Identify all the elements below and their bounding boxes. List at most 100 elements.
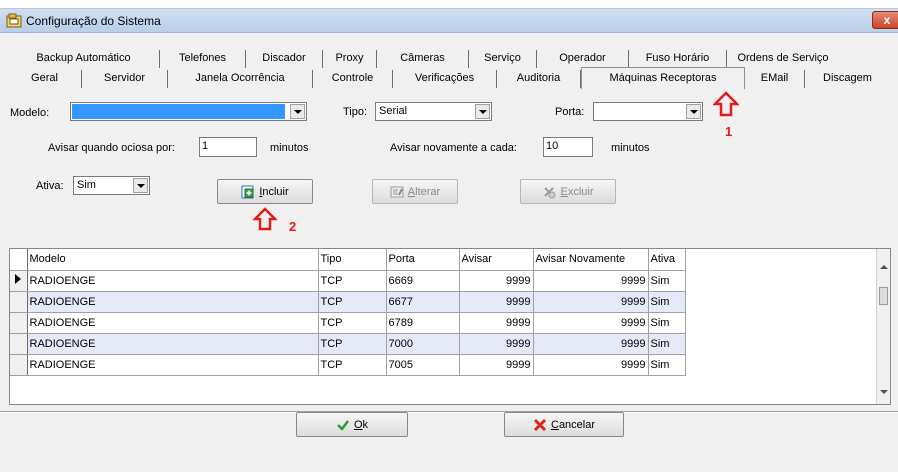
annotation-arrow-up-icon [713,91,739,117]
cell-porta: 7005 [386,354,460,376]
tab-fuso-horario[interactable]: Fuso Horário [629,50,727,68]
cell-avisar: 9999 [459,291,534,313]
close-button[interactable]: x [872,11,898,29]
modelo-select[interactable] [70,102,307,121]
row-indicator-arrow-icon [10,270,28,292]
checkmark-icon [337,419,349,431]
cell-modelo: RADIOENGE [27,312,319,334]
tab-backup-automatico[interactable]: Backup Automático [8,50,160,68]
minutos-label-1: minutos [270,142,309,154]
table-row[interactable]: RADIOENGE TCP 6789 9999 9999 Sim [10,312,686,334]
cell-modelo: RADIOENGE [27,291,319,313]
receptoras-table[interactable]: Modelo Tipo Porta Avisar Avisar Novament… [9,248,891,405]
chevron-down-icon[interactable] [686,104,701,119]
window-title: Configuração do Sistema [26,14,161,28]
tab-janela-ocorrencia[interactable]: Janela Ocorrência [168,70,313,88]
tipo-select[interactable]: Serial [375,102,492,121]
alterar-button[interactable]: Alterar [372,179,458,204]
ok-button[interactable]: Ok [296,412,408,437]
footer-divider [0,411,898,413]
scroll-thumb[interactable] [879,287,888,305]
tab-maquinas-receptoras[interactable]: Máquinas Receptoras [581,67,745,89]
cell-avisar-novamente: 9999 [533,354,649,376]
cell-avisar-novamente: 9999 [533,312,649,334]
table-row[interactable]: RADIOENGE TCP 7005 9999 9999 Sim [10,354,686,376]
modelo-label: Modelo: [10,107,50,119]
cell-avisar: 9999 [459,333,534,355]
row-indicator [10,291,28,313]
tab-discagem[interactable]: Discagem [805,70,890,88]
row-indicator [10,354,28,376]
tab-cameras[interactable]: Câmeras [377,50,469,68]
tab-controle[interactable]: Controle [313,70,393,88]
cell-avisar: 9999 [459,270,534,292]
cancelar-button[interactable]: Cancelar [504,412,624,437]
cell-tipo: TCP [318,270,387,292]
edit-record-icon [390,186,404,197]
annotation-label-1: 1 [725,124,733,139]
cell-avisar-novamente: 9999 [533,270,649,292]
cell-ativa: Sim [648,333,686,355]
table-row[interactable]: RADIOENGE TCP 6677 9999 9999 Sim [10,291,686,313]
receptoras-grid: Modelo Tipo Porta Avisar Avisar Novament… [10,249,686,376]
cell-tipo: TCP [318,333,387,355]
chevron-down-icon[interactable] [475,104,490,119]
porta-label: Porta: [555,106,585,118]
cell-ativa: Sim [648,291,686,313]
cell-porta: 6677 [386,291,460,313]
cell-modelo: RADIOENGE [27,270,319,292]
tab-email[interactable]: EMail [745,70,805,88]
novamente-input[interactable]: 10 [543,137,593,157]
cell-avisar-novamente: 9999 [533,291,649,313]
tab-geral[interactable]: Geral [8,70,82,88]
ativa-select[interactable]: Sim [73,176,150,195]
cell-modelo: RADIOENGE [27,333,319,355]
tab-operador[interactable]: Operador [537,50,629,68]
col-header-avisar-novamente[interactable]: Avisar Novamente [533,249,649,271]
col-header-avisar[interactable]: Avisar [459,249,534,271]
scroll-up-icon[interactable] [880,265,888,269]
col-header-modelo[interactable]: Modelo [27,249,319,271]
cell-porta: 6669 [386,270,460,292]
ociosa-label: Avisar quando ociosa por: [48,142,175,154]
incluir-button[interactable]: Incluir [217,179,313,204]
row-indicator [10,312,28,334]
col-header-tipo[interactable]: Tipo [318,249,387,271]
config-window: Configuração do Sistema x Backup Automát… [0,8,898,472]
table-row[interactable]: RADIOENGE TCP 7000 9999 9999 Sim [10,333,686,355]
tab-row-1: Backup Automático Telefones Discador Pro… [8,50,839,68]
vertical-scrollbar[interactable] [876,249,890,404]
col-header-porta[interactable]: Porta [386,249,460,271]
chevron-down-icon[interactable] [290,104,305,119]
novamente-label: Avisar novamente a cada: [390,142,517,154]
cell-avisar: 9999 [459,354,534,376]
table-row[interactable]: RADIOENGE TCP 6669 9999 9999 Sim [10,270,686,292]
cell-tipo: TCP [318,312,387,334]
tipo-label: Tipo: [343,106,368,118]
chevron-down-icon[interactable] [133,178,148,193]
cell-avisar: 9999 [459,312,534,334]
tab-row-2: Geral Servidor Janela Ocorrência Control… [8,67,890,89]
tab-verificacoes[interactable]: Verificações [393,70,497,88]
cell-ativa: Sim [648,270,686,292]
title-bar[interactable]: Configuração do Sistema x [0,9,898,33]
cancel-x-icon [533,418,547,431]
col-header-ativa[interactable]: Ativa [648,249,686,271]
cell-porta: 6789 [386,312,460,334]
ociosa-input[interactable]: 1 [199,137,257,157]
tab-auditoria[interactable]: Auditoria [497,70,581,88]
ativa-label: Ativa: [36,180,64,192]
tab-ordens-de-servico[interactable]: Ordens de Serviço [727,50,839,68]
tab-discador[interactable]: Discador [246,50,323,68]
table-header-row: Modelo Tipo Porta Avisar Avisar Novament… [10,249,686,271]
excluir-button[interactable]: Excluir [520,179,616,204]
tab-servidor[interactable]: Servidor [82,70,168,88]
scroll-down-icon[interactable] [880,390,888,394]
porta-select[interactable] [593,102,703,121]
tab-proxy[interactable]: Proxy [323,50,377,68]
cell-modelo: RADIOENGE [27,354,319,376]
cell-ativa: Sim [648,354,686,376]
header-indicator [10,249,28,271]
tab-telefones[interactable]: Telefones [160,50,246,68]
tab-servico[interactable]: Serviço [469,50,537,68]
